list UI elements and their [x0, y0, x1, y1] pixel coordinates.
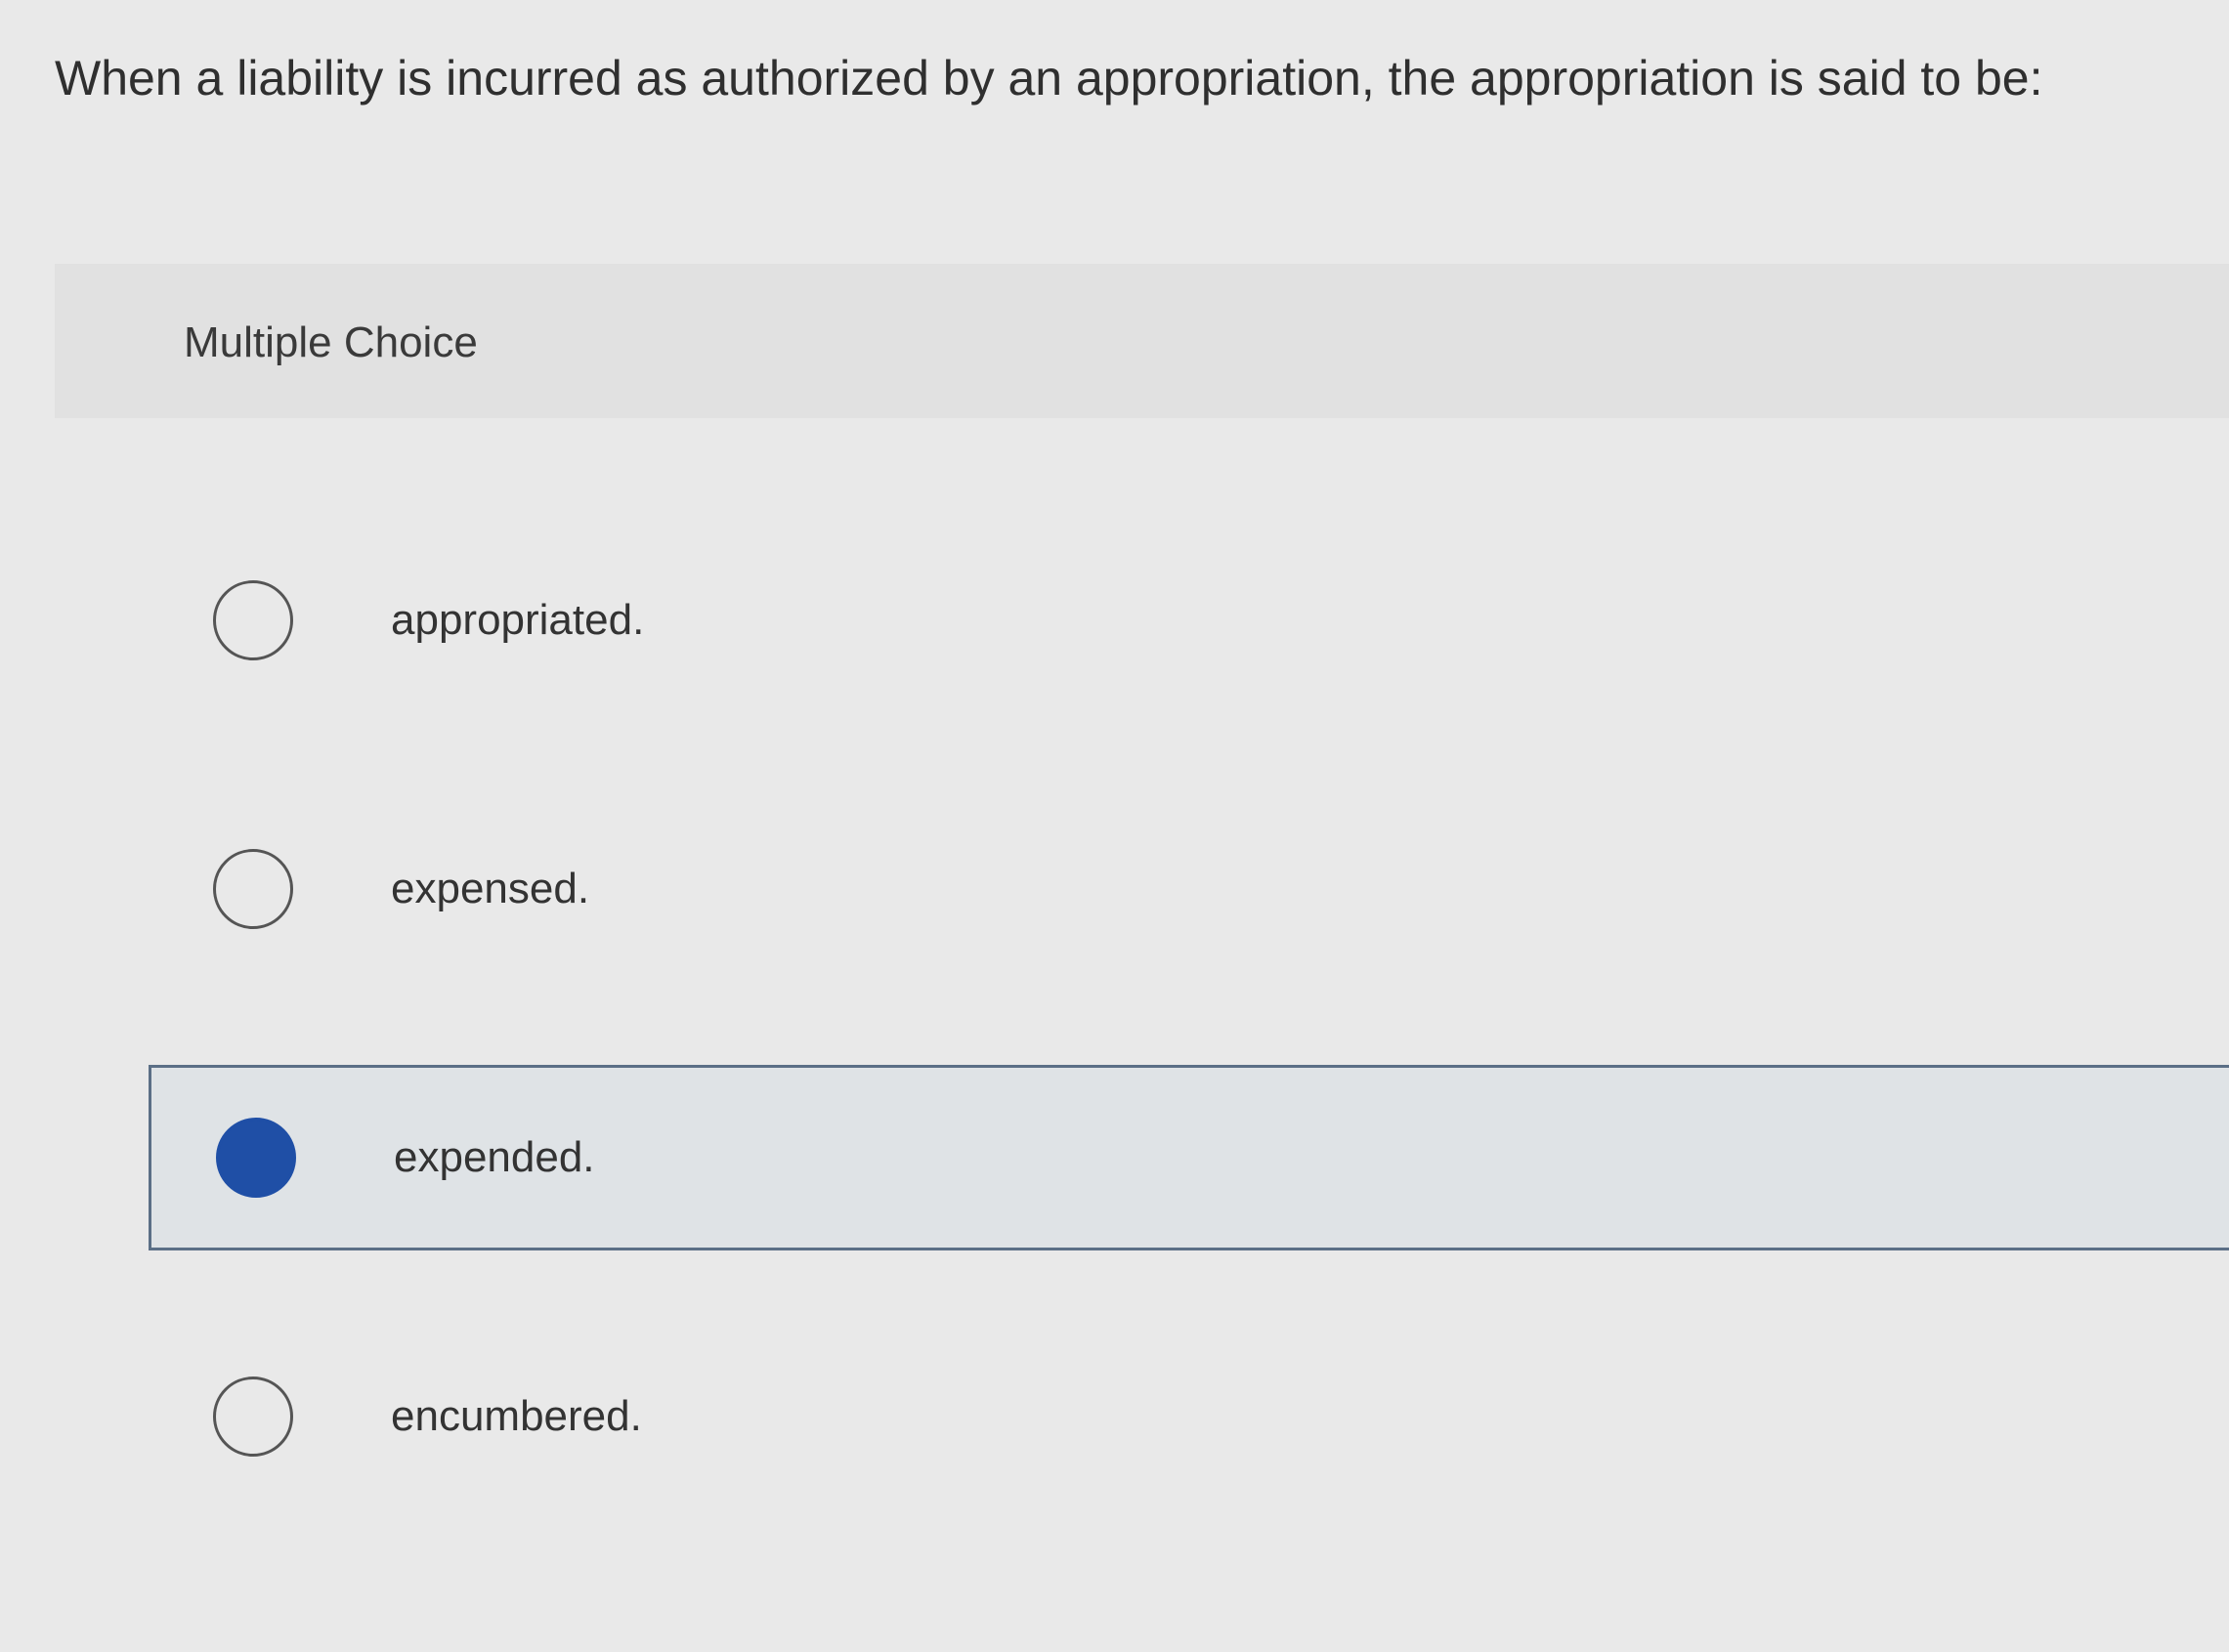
choice-label: expended.: [394, 1133, 595, 1181]
choice-appropriated[interactable]: appropriated.: [149, 528, 2229, 713]
choice-label: encumbered.: [391, 1392, 642, 1440]
multiple-choice-label: Multiple Choice: [184, 318, 478, 366]
choice-label: appropriated.: [391, 596, 645, 644]
radio-button[interactable]: [213, 1377, 293, 1457]
question-prompt: When a liability is incurred as authoriz…: [55, 51, 2043, 106]
choice-expended[interactable]: expended.: [149, 1065, 2229, 1250]
multiple-choice-header: Multiple Choice: [55, 264, 2229, 418]
radio-button[interactable]: [213, 580, 293, 660]
radio-button-selected[interactable]: [216, 1118, 296, 1198]
choice-expensed[interactable]: expensed.: [149, 796, 2229, 982]
choice-label: expensed.: [391, 865, 590, 912]
choice-encumbered[interactable]: encumbered.: [149, 1324, 2229, 1509]
radio-button[interactable]: [213, 849, 293, 929]
